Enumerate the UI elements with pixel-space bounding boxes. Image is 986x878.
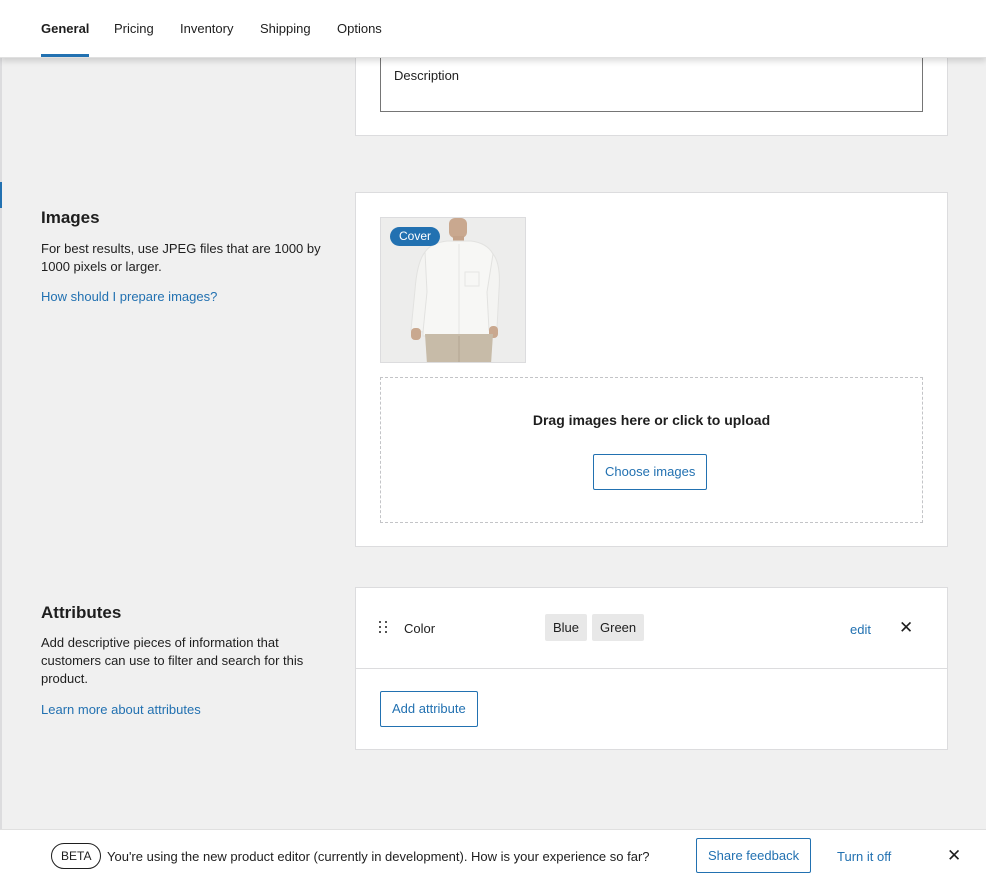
drag-handle-icon[interactable] bbox=[379, 621, 389, 635]
attribute-value-chip: Green bbox=[592, 614, 645, 641]
dropzone-text: Drag images here or click to upload bbox=[532, 412, 771, 428]
beta-message: You're using the new product editor (cur… bbox=[107, 849, 650, 864]
description-field[interactable]: Description bbox=[380, 51, 923, 112]
attributes-help-link[interactable]: Learn more about attributes bbox=[41, 702, 201, 717]
attributes-section-title: Attributes bbox=[41, 603, 122, 622]
tab-options[interactable]: Options bbox=[337, 0, 382, 58]
images-section-title: Images bbox=[41, 208, 100, 227]
admin-sidebar-active-marker bbox=[0, 182, 2, 208]
add-attribute-button[interactable]: Add attribute bbox=[380, 691, 478, 727]
beta-badge: BETA bbox=[51, 843, 102, 869]
tab-pricing[interactable]: Pricing bbox=[114, 0, 154, 58]
turn-off-link[interactable]: Turn it off bbox=[837, 849, 891, 864]
share-feedback-button[interactable]: Share feedback bbox=[696, 838, 812, 873]
cover-badge: Cover bbox=[390, 227, 441, 246]
product-tabs: General Pricing Inventory Shipping Optio… bbox=[0, 0, 986, 58]
close-icon[interactable]: ✕ bbox=[947, 846, 961, 866]
attribute-edit-link[interactable]: edit bbox=[850, 622, 871, 637]
image-dropzone[interactable]: Drag images here or click to upload Choo… bbox=[380, 377, 923, 523]
close-icon[interactable]: ✕ bbox=[899, 619, 913, 636]
images-help-link[interactable]: How should I prepare images? bbox=[41, 289, 217, 304]
description-field-label: Description bbox=[394, 68, 460, 83]
beta-feedback-bar: BETA You're using the new product editor… bbox=[0, 829, 986, 878]
tab-inventory[interactable]: Inventory bbox=[180, 0, 233, 58]
admin-sidebar-edge bbox=[0, 0, 2, 878]
images-card: Cover Drag images here or click to uploa… bbox=[355, 192, 948, 547]
tab-shipping[interactable]: Shipping bbox=[260, 0, 311, 58]
product-image-thumbnail[interactable]: Cover bbox=[380, 217, 526, 363]
attributes-help-text: Add descriptive pieces of information th… bbox=[41, 635, 304, 686]
attribute-value-chip: Blue bbox=[545, 614, 588, 641]
choose-images-button[interactable]: Choose images bbox=[593, 454, 708, 490]
images-help-text: For best results, use JPEG files that ar… bbox=[41, 241, 321, 274]
attribute-name: Color bbox=[404, 621, 436, 636]
tab-general[interactable]: General bbox=[41, 0, 90, 58]
attribute-row: Color Blue Green edit ✕ bbox=[356, 588, 947, 669]
attributes-card: Color Blue Green edit ✕ Add attribute bbox=[355, 587, 948, 750]
